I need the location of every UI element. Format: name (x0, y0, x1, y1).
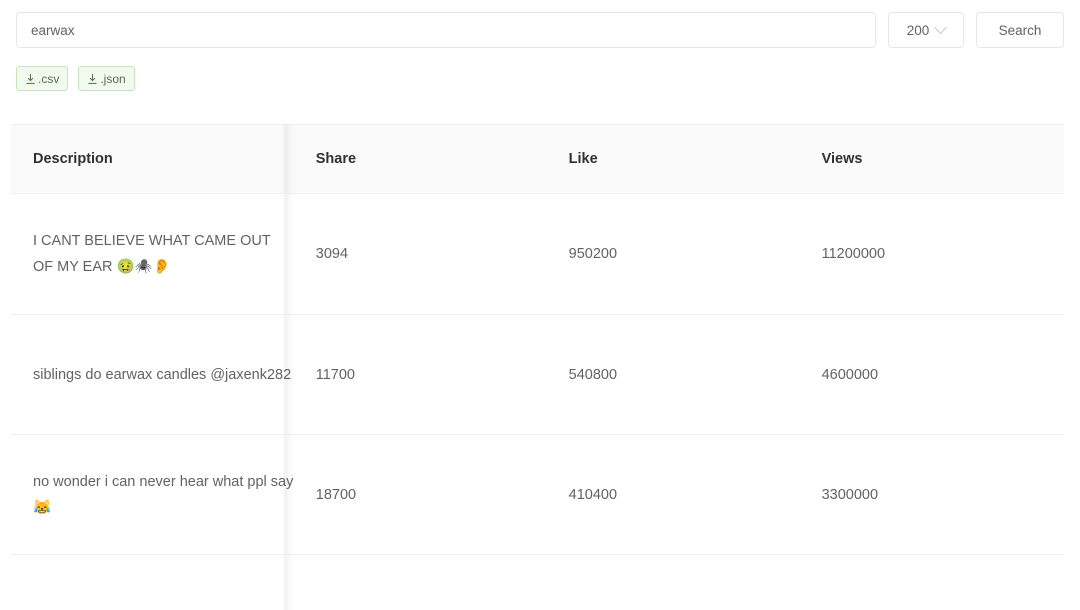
download-json-button[interactable]: .json (78, 66, 134, 91)
download-csv-label: .csv (38, 73, 59, 85)
cell-like: 950200 (547, 194, 800, 315)
cell-share: 3094 (294, 194, 547, 315)
search-toolbar: 200 Search (0, 0, 1080, 57)
download-json-label: .json (100, 73, 125, 85)
column-header-share[interactable]: Share (294, 125, 547, 194)
app-root: 200 Search .csv .json (0, 0, 1080, 610)
download-icon (87, 73, 98, 85)
table-header: Description Share Like Views Comment (11, 125, 1064, 194)
cell-comment (1053, 555, 1064, 610)
cell-description: siblings do earwax candles @jaxenk282 (11, 315, 294, 435)
page-size-select[interactable]: 200 (888, 12, 964, 48)
table-header-row: Description Share Like Views Comment (11, 125, 1064, 194)
cell-like: 410400 (547, 435, 800, 555)
cell-views: 3300000 (800, 435, 1053, 555)
search-button[interactable]: Search (976, 12, 1064, 48)
cell-views: 4600000 (800, 315, 1053, 435)
chevron-down-icon (934, 21, 947, 34)
table-body: I CANT BELIEVE WHAT CAME OUT OF MY EAR 🤢… (11, 194, 1064, 610)
results-table-scroll-area[interactable]: Description Share Like Views Comment I C… (11, 124, 1064, 610)
cell-like: 540800 (547, 315, 800, 435)
column-header-views[interactable]: Views (800, 125, 1053, 194)
column-header-like[interactable]: Like (547, 125, 800, 194)
download-csv-button[interactable]: .csv (16, 66, 68, 91)
search-input[interactable] (16, 12, 876, 48)
column-header-comment[interactable]: Comment (1053, 125, 1064, 194)
cell-description: no wonder i can never hear what ppl say … (11, 435, 294, 555)
download-toolbar: .csv .json (0, 57, 1080, 104)
cell-comment: 6579 (1053, 194, 1064, 315)
table-row[interactable]: siblings do earwax candles @jaxenk282 11… (11, 315, 1064, 435)
cell-comment: 0 (1053, 435, 1064, 555)
table-row[interactable] (11, 555, 1064, 610)
cell-views: 11200000 (800, 194, 1053, 315)
cell-share: 18700 (294, 435, 547, 555)
page-size-value: 200 (907, 23, 930, 38)
cell-like (547, 555, 800, 610)
cell-description: I CANT BELIEVE WHAT CAME OUT OF MY EAR 🤢… (11, 194, 294, 315)
table-row[interactable]: I CANT BELIEVE WHAT CAME OUT OF MY EAR 🤢… (11, 194, 1064, 315)
cell-description (11, 555, 294, 610)
cell-share (294, 555, 547, 610)
cell-share: 11700 (294, 315, 547, 435)
cell-comment: 586 (1053, 315, 1064, 435)
cell-views (800, 555, 1053, 610)
results-table: Description Share Like Views Comment I C… (11, 125, 1064, 610)
table-row[interactable]: no wonder i can never hear what ppl say … (11, 435, 1064, 555)
column-header-description[interactable]: Description (11, 125, 294, 194)
download-icon (25, 73, 36, 85)
